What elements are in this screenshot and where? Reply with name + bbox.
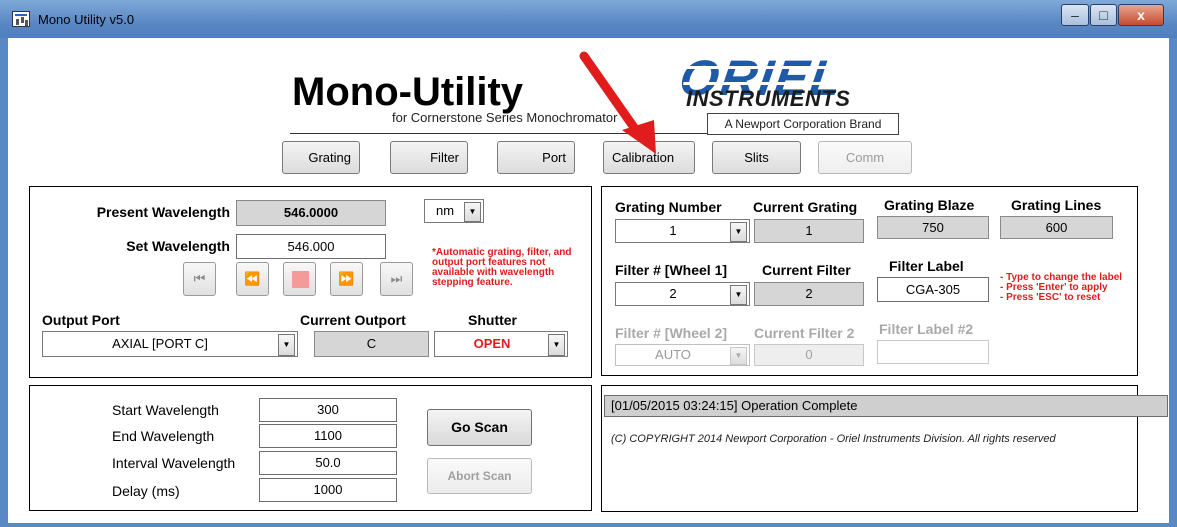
current-filter2-value: 0 [754, 344, 864, 366]
output-port-value: AXIAL [PORT C] [112, 336, 208, 351]
grating-button[interactable]: Grating [282, 141, 360, 174]
end-wavelength-label: End Wavelength [112, 428, 215, 444]
oriel-logo-subtext: INSTRUMENTS [686, 86, 851, 111]
filter-wheel1-value: 2 [669, 286, 677, 301]
port-button[interactable]: Port [497, 141, 575, 174]
grating-number-value: 1 [669, 223, 677, 238]
grating-number-dropdown[interactable]: 1 ▼ [615, 219, 750, 243]
set-wavelength-label: Set Wavelength [126, 238, 230, 254]
chevron-down-icon: ▼ [730, 347, 747, 365]
shutter-label: Shutter [468, 312, 517, 328]
current-filter-value: 2 [754, 282, 864, 306]
chevron-down-icon: ▼ [548, 334, 565, 356]
grating-blaze-label: Grating Blaze [884, 197, 975, 213]
grating-lines-value: 600 [1000, 216, 1113, 239]
title-bar[interactable] [0, 0, 1177, 38]
filter-label-label: Filter Label [889, 258, 964, 274]
present-wavelength-label: Present Wavelength [96, 204, 230, 220]
filter-wheel2-dropdown[interactable]: AUTO ▼ [615, 344, 750, 366]
chevron-down-icon: ▼ [730, 222, 747, 242]
brand-tagline: A Newport Corporation Brand [707, 113, 899, 135]
stepping-note: *Automatic grating, filter, and output p… [432, 247, 572, 288]
start-wavelength-label: Start Wavelength [112, 402, 219, 418]
set-wavelength-input[interactable]: 546.000 [236, 234, 386, 259]
skip-forward-icon[interactable]: ⏭ [380, 262, 413, 296]
delay-input[interactable]: 1000 [259, 478, 397, 502]
filter-wheel1-dropdown[interactable]: 2 ▼ [615, 282, 750, 306]
go-scan-button[interactable]: Go Scan [427, 409, 532, 446]
current-filter2-label: Current Filter 2 [754, 325, 855, 341]
grating-blaze-value: 750 [877, 216, 989, 239]
filter-label2-input[interactable] [877, 340, 989, 364]
current-outport-label: Current Outport [300, 312, 406, 328]
interval-wavelength-input[interactable]: 50.0 [259, 451, 397, 475]
present-wavelength-value: 546.0000 [236, 200, 386, 226]
step-back-icon[interactable]: ⏪ [236, 262, 269, 296]
current-grating-label: Current Grating [753, 199, 858, 215]
skip-back-icon[interactable]: ⏮ [183, 262, 216, 296]
shutter-value: OPEN [473, 336, 511, 351]
minimize-button[interactable]: – [1061, 4, 1089, 26]
filter-label2-label: Filter Label #2 [879, 321, 974, 337]
filter-wheel2-value: AUTO [655, 347, 691, 362]
output-port-label: Output Port [42, 312, 120, 328]
window-title: Mono Utility v5.0 [38, 12, 135, 27]
current-grating-value: 1 [754, 219, 864, 243]
slits-button[interactable]: Slits [712, 141, 801, 174]
status-message: [01/05/2015 03:24:15] Operation Complete [604, 395, 1168, 417]
filter-wheel1-label: Filter # [Wheel 1] [615, 262, 728, 278]
output-port-dropdown[interactable]: AXIAL [PORT C] ▼ [42, 331, 298, 357]
stop-icon [292, 271, 309, 288]
maximize-button[interactable]: □ [1090, 4, 1117, 26]
copyright-text: (C) COPYRIGHT 2014 Newport Corporation -… [611, 433, 1056, 445]
filter-wheel2-label: Filter # [Wheel 2] [615, 325, 728, 341]
current-outport-value: C [314, 331, 429, 357]
app-icon [12, 11, 30, 27]
current-filter-label: Current Filter [762, 262, 851, 278]
chevron-down-icon: ▼ [278, 334, 295, 356]
app-title: Mono-Utility [292, 70, 524, 114]
interval-wavelength-label: Interval Wavelength [112, 455, 236, 471]
grating-lines-label: Grating Lines [1011, 197, 1102, 213]
units-value: nm [435, 203, 455, 218]
abort-scan-button[interactable]: Abort Scan [427, 458, 532, 494]
chevron-down-icon: ▼ [464, 202, 481, 222]
chevron-down-icon: ▼ [730, 285, 747, 305]
units-dropdown[interactable]: nm ▼ [424, 199, 484, 223]
stop-button[interactable] [283, 262, 316, 296]
start-wavelength-input[interactable]: 300 [259, 398, 397, 422]
filter-button[interactable]: Filter [390, 141, 468, 174]
grating-number-label: Grating Number [615, 199, 722, 215]
comm-button[interactable]: Comm [818, 141, 912, 174]
filter-label-hint-3: - Press 'ESC' to reset [1000, 292, 1101, 303]
shutter-dropdown[interactable]: OPEN ▼ [434, 331, 568, 357]
close-button[interactable]: x [1118, 4, 1164, 26]
filter-label-input[interactable]: CGA-305 [877, 277, 989, 302]
delay-label: Delay (ms) [112, 483, 180, 499]
step-forward-icon[interactable]: ⏩ [330, 262, 363, 296]
red-arrow-annotation [579, 51, 656, 154]
end-wavelength-input[interactable]: 1100 [259, 424, 397, 448]
